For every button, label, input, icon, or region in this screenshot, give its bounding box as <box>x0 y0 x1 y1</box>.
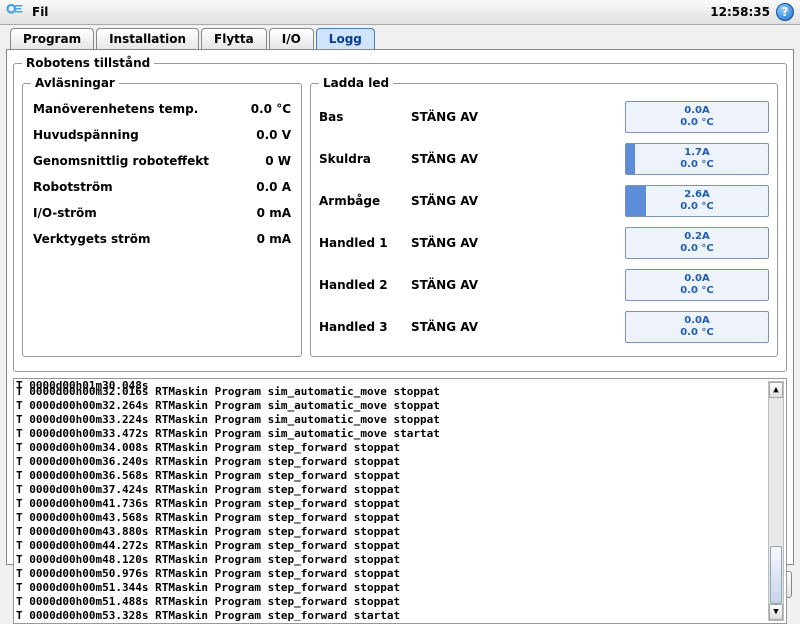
tab-move[interactable]: Flytta <box>201 28 267 49</box>
robot-state-title: Robotens tillstånd <box>22 56 154 70</box>
clock: 12:58:35 <box>710 5 770 19</box>
joint-amps: 0.0A <box>684 315 709 327</box>
joint-state: STÄNG AV <box>411 320 511 334</box>
joint-name: Handled 1 <box>319 236 411 250</box>
joint-name: Handled 3 <box>319 320 411 334</box>
joint-amps: 2.6A <box>684 189 709 201</box>
scroll-up-icon[interactable]: ▲ <box>769 382 783 398</box>
joint-state: STÄNG AV <box>411 152 511 166</box>
joint-temp: 0.0 °C <box>680 243 714 255</box>
joint-meter: 1.7A0.0 °C <box>625 143 769 175</box>
tab-installation[interactable]: Installation <box>96 28 199 49</box>
joint-row: BasSTÄNG AV 0.0A0.0 °C <box>319 96 769 138</box>
tab-program[interactable]: Program <box>10 28 94 49</box>
log-head-line: T 0000d00h01m30.048s <box>16 379 768 392</box>
reading-value: 0 mA <box>257 232 291 246</box>
joint-temp: 0.0 °C <box>680 327 714 339</box>
joint-state: STÄNG AV <box>411 236 511 250</box>
reading-label: Manöverenhetens temp. <box>33 102 198 116</box>
joint-meter: 0.0A0.0 °C <box>625 311 769 343</box>
joints-title: Ladda led <box>319 76 393 90</box>
help-icon[interactable]: ? <box>776 3 794 21</box>
joint-name: Armbåge <box>319 194 411 208</box>
reading-label: Robotström <box>33 180 113 194</box>
reading-row: Verktygets ström 0 mA <box>31 226 293 252</box>
joint-temp: 0.0 °C <box>680 285 714 297</box>
robot-state-group: Robotens tillstånd Avläsningar Manöveren… <box>13 56 787 372</box>
joint-name: Skuldra <box>319 152 411 166</box>
reading-value: 0 W <box>265 154 291 168</box>
tab-io[interactable]: I/O <box>269 28 314 49</box>
joint-meter: 0.0A0.0 °C <box>625 101 769 133</box>
joint-temp: 0.0 °C <box>680 117 714 129</box>
reading-value: 0.0 A <box>256 180 291 194</box>
tab-log[interactable]: Logg <box>316 28 375 49</box>
reading-label: Huvudspänning <box>33 128 139 142</box>
joint-name: Bas <box>319 110 411 124</box>
joint-amps: 1.7A <box>684 147 709 159</box>
joint-row: ArmbågeSTÄNG AV 2.6A0.0 °C <box>319 180 769 222</box>
joint-state: STÄNG AV <box>411 110 511 124</box>
reading-label: Genomsnittlig roboteffekt <box>33 154 209 168</box>
scroll-thumb[interactable] <box>770 546 782 604</box>
joint-row: Handled 1STÄNG AV 0.2A0.0 °C <box>319 222 769 264</box>
reading-row: Huvudspänning 0.0 V <box>31 122 293 148</box>
joint-meter: 0.2A0.0 °C <box>625 227 769 259</box>
reading-label: I/O-ström <box>33 206 97 220</box>
reading-value: 0.0 V <box>256 128 291 142</box>
joint-name: Handled 2 <box>319 278 411 292</box>
tab-bar: Program Installation Flytta I/O Logg <box>0 25 800 49</box>
reading-row: Manöverenhetens temp. 0.0 °C <box>31 96 293 122</box>
joint-state: STÄNG AV <box>411 194 511 208</box>
log-panel: T 0000d00h01m30.048s T 0000d00h00m32.016… <box>13 378 787 624</box>
joint-row: Handled 3STÄNG AV 0.0A0.0 °C <box>319 306 769 348</box>
joint-amps: 0.0A <box>684 105 709 117</box>
log-body[interactable]: T 0000d00h00m32.016s RTMaskin Program si… <box>16 385 768 621</box>
joint-meter: 2.6A0.0 °C <box>625 185 769 217</box>
joint-row: SkuldraSTÄNG AV 1.7A0.0 °C <box>319 138 769 180</box>
titlebar: Fil 12:58:35 ? <box>0 0 800 25</box>
reading-row: I/O-ström 0 mA <box>31 200 293 226</box>
readings-group: Avläsningar Manöverenhetens temp. 0.0 °C H… <box>22 76 302 357</box>
joints-group: Ladda led BasSTÄNG AV0.0A0.0 °CSkuldraST… <box>310 76 778 357</box>
reading-value: 0.0 °C <box>251 102 291 116</box>
ur-logo-icon <box>6 3 24 22</box>
joint-temp: 0.0 °C <box>680 159 714 171</box>
reading-label: Verktygets ström <box>33 232 151 246</box>
joint-meter: 0.0A0.0 °C <box>625 269 769 301</box>
reading-value: 0 mA <box>257 206 291 220</box>
joint-state: STÄNG AV <box>411 278 511 292</box>
joint-temp: 0.0 °C <box>680 201 714 213</box>
joint-amps: 0.0A <box>684 273 709 285</box>
reading-row: Genomsnittlig roboteffekt 0 W <box>31 148 293 174</box>
reading-row: Robotström 0.0 A <box>31 174 293 200</box>
joint-row: Handled 2STÄNG AV 0.0A0.0 °C <box>319 264 769 306</box>
scroll-down-icon[interactable]: ▼ <box>769 604 783 620</box>
log-scrollbar[interactable]: ▲ ▼ <box>768 381 784 621</box>
menu-file[interactable]: Fil <box>32 5 48 19</box>
log-page: Robotens tillstånd Avläsningar Manöveren… <box>6 49 794 565</box>
joint-amps: 0.2A <box>684 231 709 243</box>
readings-title: Avläsningar <box>31 76 119 90</box>
